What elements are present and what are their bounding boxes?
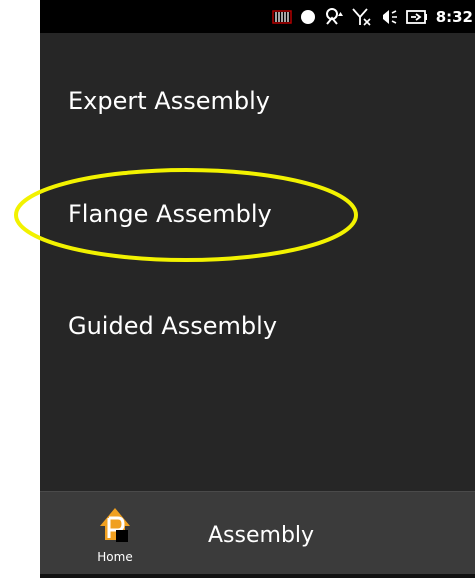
menu-item-guided-assembly[interactable]: Guided Assembly: [68, 312, 277, 340]
bottom-bar: Home Assembly: [40, 491, 475, 575]
status-time: 8:32: [435, 7, 473, 26]
home-icon: [100, 508, 130, 542]
home-button[interactable]: Home: [92, 504, 138, 568]
bottom-edge: [40, 574, 475, 578]
menu-item-flange-assembly[interactable]: Flange Assembly: [68, 200, 272, 228]
no-signal-icon: [352, 7, 371, 26]
battery-icon: [405, 9, 427, 24]
volume-icon: [382, 9, 397, 24]
sync-icon: [325, 7, 343, 25]
device-screen: 8:32 Expert Assembly Flange Assembly Gui…: [40, 0, 475, 578]
bottom-bar-title: Assembly: [208, 523, 315, 548]
status-bar: 8:32: [40, 0, 475, 33]
home-label: Home: [97, 550, 133, 564]
record-dot-icon: [300, 9, 315, 24]
status-icons: 8:32: [271, 0, 475, 33]
signal-bars-icon: [271, 9, 292, 24]
menu-item-expert-assembly[interactable]: Expert Assembly: [68, 87, 270, 115]
